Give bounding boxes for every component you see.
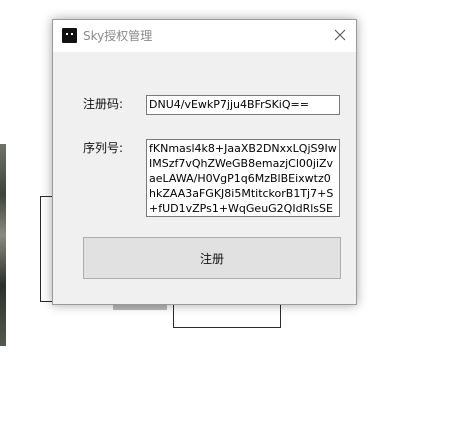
serial-line: hkZAA3aFGKJ8i5MtitckorB1Tj7+S: [149, 187, 334, 200]
reg-code-field[interactable]: DNU4/vEwkP7jju4BFrSKiQ==: [146, 95, 340, 115]
serial-label: 序列号:: [83, 141, 124, 155]
serial-line: +fUD1vZPs1+WqGeuG2QIdRlsSE: [149, 202, 333, 215]
window-title: Sky授权管理: [83, 29, 153, 43]
serial-line: aeLAWA/H0VgP1q6MzBlBEixwtz0: [149, 172, 331, 185]
license-dialog: Sky授权管理 注册码: DNU4/vEwkP7jju4BFrSKiQ== 序列…: [52, 19, 357, 305]
serial-line: fKNmasl4k8+JaaXB2DNxxLQjS9Iw: [149, 142, 337, 155]
serial-textarea[interactable]: fKNmasl4k8+JaaXB2DNxxLQjS9Iw IMSzf7vQhZW…: [146, 139, 340, 217]
register-button[interactable]: 注册: [83, 237, 341, 279]
title-bar[interactable]: Sky授权管理: [53, 20, 356, 52]
desktop: Sky授权管理 注册码: DNU4/vEwkP7jju4BFrSKiQ== 序列…: [0, 0, 468, 421]
reg-code-label: 注册码:: [83, 97, 124, 111]
close-button[interactable]: [324, 20, 356, 52]
background-image-fragment: [0, 144, 6, 346]
app-icon: [62, 28, 77, 43]
serial-line: IMSzf7vQhZWeGB8emazjCl00jiZv: [149, 157, 334, 170]
close-icon: [334, 29, 346, 41]
